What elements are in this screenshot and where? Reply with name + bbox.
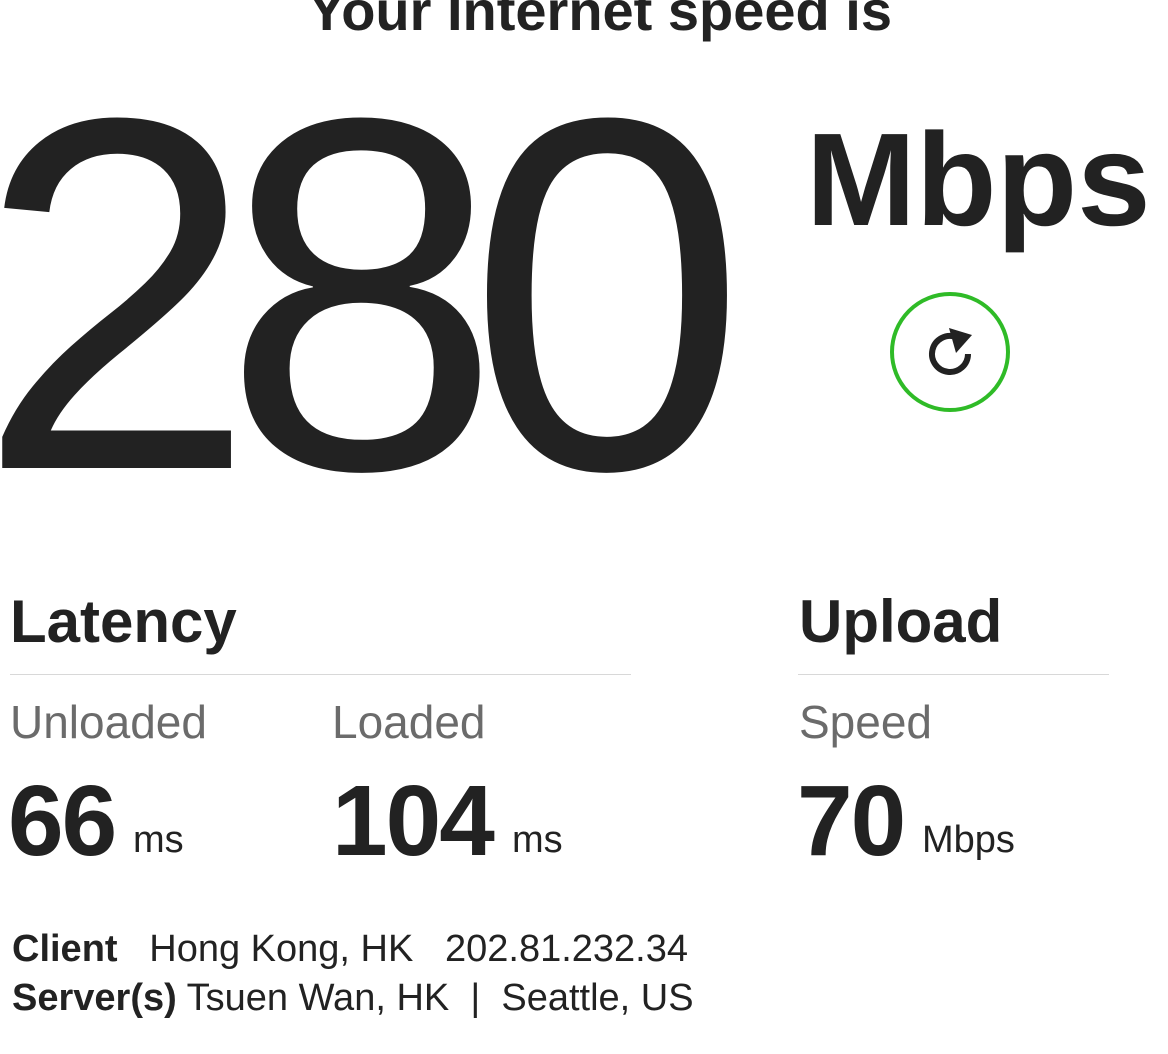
loaded-latency-value: 104 bbox=[332, 765, 495, 877]
loaded-latency-label: Loaded bbox=[332, 696, 486, 748]
client-ip: 202.81.232.34 bbox=[445, 928, 689, 970]
refresh-icon bbox=[918, 320, 982, 384]
unloaded-latency-label: Unloaded bbox=[10, 696, 207, 748]
download-speed-value: 280 bbox=[0, 15, 747, 575]
latency-divider bbox=[10, 674, 631, 675]
server-primary: Tsuen Wan, HK bbox=[186, 977, 450, 1019]
server-info: Server(s) Tsuen Wan, HK | Seattle, US bbox=[12, 975, 694, 1021]
client-label: Client bbox=[12, 928, 118, 970]
server-label: Server(s) bbox=[12, 977, 177, 1019]
upload-speed-unit: Mbps bbox=[922, 819, 1015, 861]
client-location: Hong Kong, HK bbox=[149, 928, 414, 970]
download-speed-unit: Mbps bbox=[806, 106, 1151, 253]
speed-test-page: Your Internet speed is 280 Mbps Latency … bbox=[0, 0, 1168, 1054]
upload-divider bbox=[798, 674, 1109, 675]
server-separator: | bbox=[470, 977, 481, 1019]
loaded-latency-unit: ms bbox=[512, 819, 563, 861]
upload-speed-label: Speed bbox=[799, 696, 933, 748]
upload-speed-value: 70 bbox=[797, 765, 906, 877]
unloaded-latency-unit: ms bbox=[133, 819, 184, 861]
upload-section-title: Upload bbox=[799, 588, 1003, 655]
latency-section-title: Latency bbox=[10, 588, 237, 655]
server-secondary: Seattle, US bbox=[501, 977, 694, 1019]
unloaded-latency-value: 66 bbox=[8, 765, 117, 877]
client-info: Client Hong Kong, HK 202.81.232.34 bbox=[12, 926, 688, 972]
refresh-button[interactable] bbox=[890, 292, 1010, 412]
